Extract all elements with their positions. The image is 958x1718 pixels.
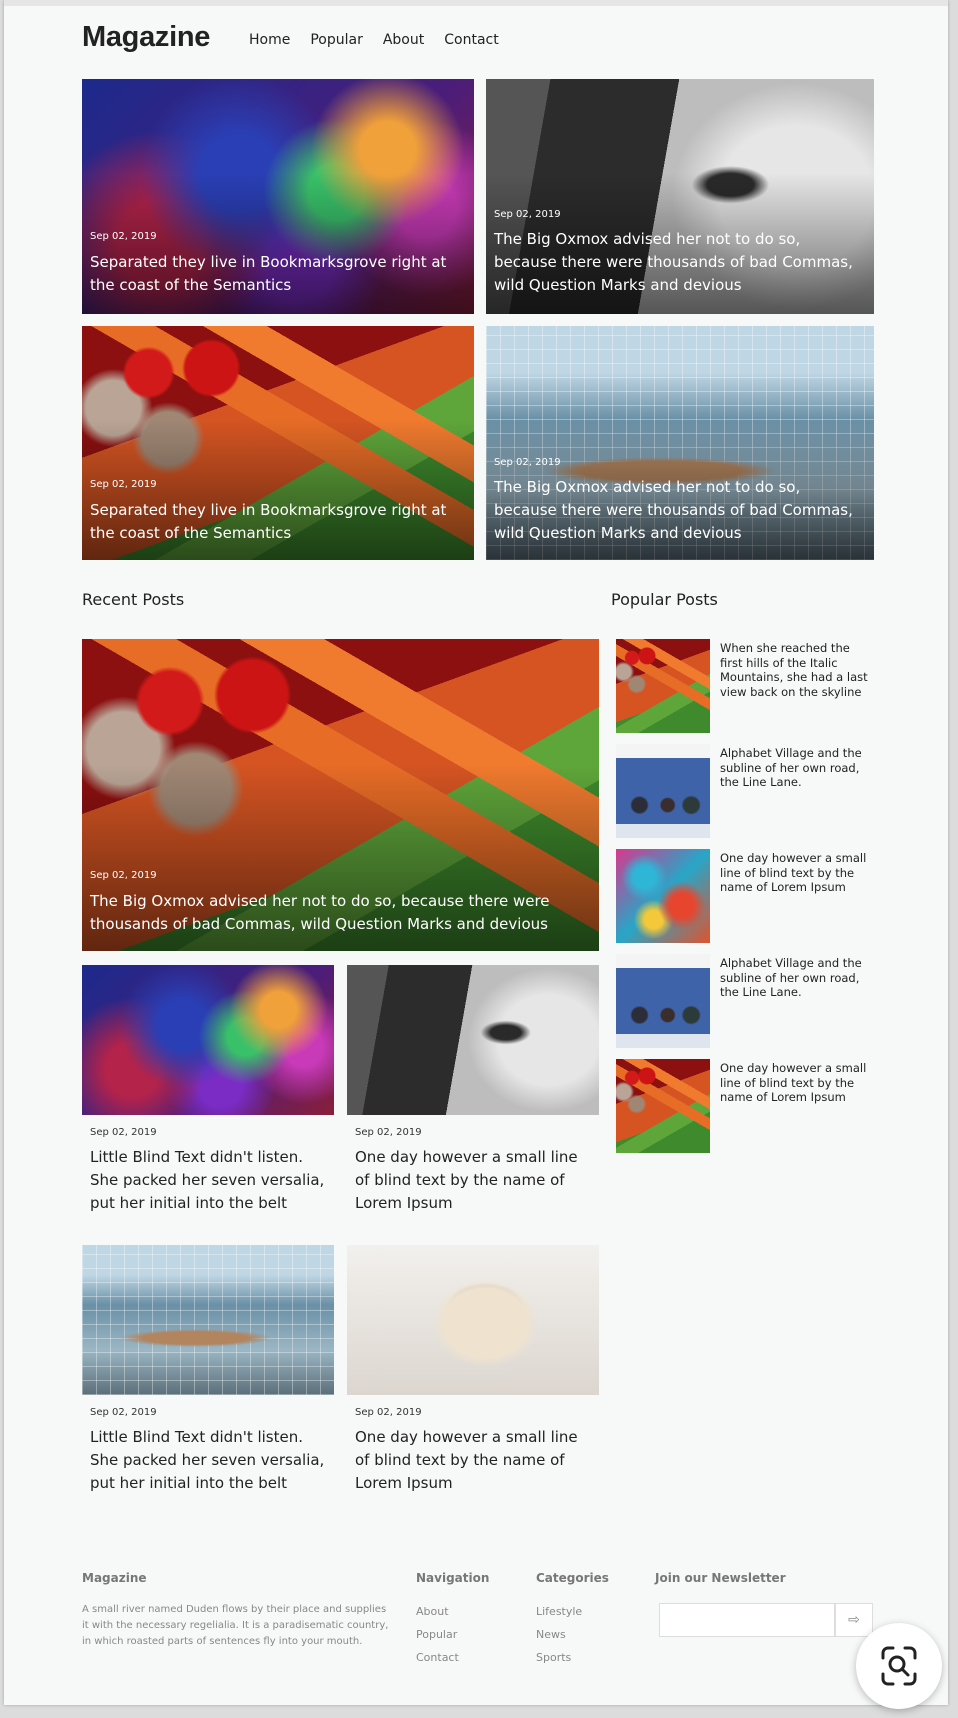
newsletter-email-input[interactable]	[659, 1603, 835, 1637]
popular-title[interactable]: Alphabet Village and the subline of her …	[720, 956, 870, 1000]
popular-thumb	[616, 1059, 710, 1153]
cat-image	[347, 1245, 599, 1395]
recent-card-title-1[interactable]: Little Blind Text didn't listen. She pac…	[90, 1146, 330, 1215]
hero-date-2: Sep 02, 2019	[494, 209, 561, 220]
recent-card-image-3[interactable]	[82, 1245, 334, 1395]
popular-item[interactable]: One day however a small line of blind te…	[616, 1059, 876, 1153]
popular-title[interactable]: Alphabet Village and the subline of her …	[720, 746, 870, 790]
hero-title-2[interactable]: The Big Oxmox advised her not to do so, …	[494, 228, 860, 297]
footer-newsletter-heading: Join our Newsletter	[655, 1571, 786, 1585]
recent-card-image-4[interactable]	[347, 1245, 599, 1395]
nav-contact[interactable]: Contact	[444, 32, 498, 48]
page: Magazine Home Popular About Contact Sep …	[4, 0, 948, 1705]
footer-link-contact[interactable]: Contact	[416, 1651, 459, 1664]
hero-post-1[interactable]: Sep 02, 2019 Separated they live in Book…	[82, 79, 474, 314]
footer-categories-heading: Categories	[536, 1571, 609, 1585]
footer-link-lifestyle[interactable]: Lifestyle	[536, 1605, 582, 1618]
popular-thumb	[616, 849, 710, 943]
recent-card-image-1[interactable]	[82, 965, 334, 1115]
footer-link-sports[interactable]: Sports	[536, 1651, 571, 1664]
nav-popular[interactable]: Popular	[310, 32, 363, 48]
popular-item[interactable]: Alphabet Village and the subline of her …	[616, 954, 876, 1048]
popular-title[interactable]: One day however a small line of blind te…	[720, 1061, 870, 1105]
hero-date-1: Sep 02, 2019	[90, 231, 157, 242]
popular-posts-heading: Popular Posts	[611, 590, 718, 609]
popular-item[interactable]: Alphabet Village and the subline of her …	[616, 744, 876, 838]
recent-card-date-4: Sep 02, 2019	[355, 1407, 422, 1418]
popular-thumb	[616, 744, 710, 838]
footer-link-popular[interactable]: Popular	[416, 1628, 457, 1641]
recent-card-title-4[interactable]: One day however a small line of blind te…	[355, 1426, 595, 1495]
recent-card-date-3: Sep 02, 2019	[90, 1407, 157, 1418]
footer-link-about[interactable]: About	[416, 1605, 449, 1618]
footer-brand: Magazine	[82, 1571, 147, 1585]
portrait-image	[347, 965, 599, 1115]
abstract-image	[82, 965, 334, 1115]
recent-card-title-3[interactable]: Little Blind Text didn't listen. She pac…	[90, 1426, 330, 1495]
hero-post-2[interactable]: Sep 02, 2019 The Big Oxmox advised her n…	[486, 79, 874, 314]
featured-title[interactable]: The Big Oxmox advised her not to do so, …	[90, 890, 585, 936]
popular-title[interactable]: When she reached the first hills of the …	[720, 641, 870, 699]
popular-title[interactable]: One day however a small line of blind te…	[720, 851, 870, 895]
site-logo[interactable]: Magazine	[82, 21, 210, 54]
footer-about-text: A small river named Duden flows by their…	[82, 1604, 389, 1647]
hero-date-4: Sep 02, 2019	[494, 457, 561, 468]
nav-home[interactable]: Home	[249, 32, 290, 48]
recent-posts-heading: Recent Posts	[82, 590, 185, 609]
recent-card-date-2: Sep 02, 2019	[355, 1127, 422, 1138]
recent-card-image-2[interactable]	[347, 965, 599, 1115]
hero-post-4[interactable]: Sep 02, 2019 The Big Oxmox advised her n…	[486, 326, 874, 560]
browser-top-strip	[4, 0, 948, 6]
main-nav: Home Popular About Contact	[249, 32, 519, 48]
popular-thumb	[616, 954, 710, 1048]
recent-card-title-2[interactable]: One day however a small line of blind te…	[355, 1146, 595, 1215]
hero-title-1[interactable]: Separated they live in Bookmarksgrove ri…	[90, 251, 460, 297]
hero-title-4[interactable]: The Big Oxmox advised her not to do so, …	[494, 476, 860, 545]
footer-link-news[interactable]: News	[536, 1628, 566, 1641]
hero-date-3: Sep 02, 2019	[90, 479, 157, 490]
recent-card-date-1: Sep 02, 2019	[90, 1127, 157, 1138]
featured-date: Sep 02, 2019	[90, 870, 157, 881]
nav-about[interactable]: About	[383, 32, 424, 48]
hero-post-3[interactable]: Sep 02, 2019 Separated they live in Book…	[82, 326, 474, 560]
popular-item[interactable]: When she reached the first hills of the …	[616, 639, 876, 733]
swimmer-image	[82, 1245, 334, 1395]
visual-search-icon	[881, 1646, 917, 1686]
featured-post[interactable]: Sep 02, 2019 The Big Oxmox advised her n…	[82, 639, 599, 951]
footer-navigation-heading: Navigation	[416, 1571, 490, 1585]
popular-item[interactable]: One day however a small line of blind te…	[616, 849, 876, 943]
hero-title-3[interactable]: Separated they live in Bookmarksgrove ri…	[90, 499, 460, 545]
visual-search-button[interactable]	[856, 1623, 942, 1709]
popular-thumb	[616, 639, 710, 733]
